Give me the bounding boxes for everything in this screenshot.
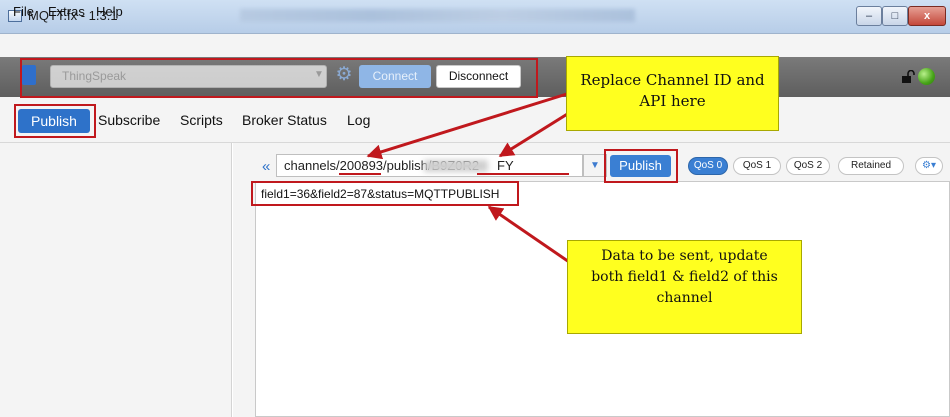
arrow-to-channel-id — [366, 91, 571, 160]
topic-callout-line-1: Replace Channel ID and — [580, 71, 765, 89]
payload-callout: Data to be sent, update both field1 & fi… — [567, 240, 802, 334]
payload-callout-line-2: both field1 & field2 of this — [591, 269, 778, 285]
annotation-arrows — [366, 91, 586, 268]
arrow-to-payload — [487, 205, 576, 268]
payload-callout-line-1: Data to be sent, update — [601, 248, 768, 264]
topic-callout: Replace Channel ID and API here — [566, 56, 779, 131]
topic-callout-line-2: API here — [639, 92, 706, 110]
payload-callout-line-3: channel — [656, 290, 713, 306]
